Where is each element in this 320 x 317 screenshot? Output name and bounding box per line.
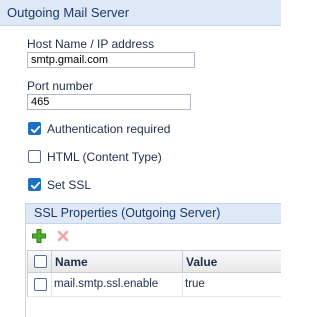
column-header-value[interactable]: Value (186, 255, 217, 269)
add-row-button[interactable] (31, 228, 47, 244)
host-input[interactable] (27, 52, 195, 68)
row-checkbox[interactable] (34, 278, 47, 291)
port-input[interactable] (27, 94, 191, 110)
host-label: Host Name / IP address (27, 37, 155, 51)
html-content-type-label: HTML (Content Type) (47, 150, 162, 164)
set-ssl-checkbox[interactable] (28, 178, 41, 191)
plus-icon (32, 229, 46, 243)
ssl-properties-header: SSL Properties (Outgoing Server) (26, 204, 281, 224)
ssl-properties-grid: Name Value mail.smtp.ssl.enable true (27, 250, 281, 297)
delete-row-button[interactable] (55, 228, 71, 244)
x-icon (57, 230, 69, 242)
grid-header: Name Value (28, 251, 281, 273)
ssl-properties-title: SSL Properties (Outgoing Server) (34, 206, 221, 220)
row-name-cell[interactable]: mail.smtp.ssl.enable (54, 278, 158, 290)
authentication-required-checkbox[interactable] (28, 122, 41, 135)
select-all-checkbox[interactable] (34, 255, 47, 268)
panel-title: Outgoing Mail Server (7, 5, 130, 20)
set-ssl-label: Set SSL (47, 178, 92, 192)
authentication-required-label: Authentication required (47, 122, 171, 136)
panel-header: Outgoing Mail Server (0, 0, 281, 26)
table-row[interactable]: mail.smtp.ssl.enable true (28, 273, 281, 297)
checkmark-icon (30, 125, 41, 134)
port-label: Port number (27, 79, 94, 93)
row-value-cell[interactable]: true (185, 278, 205, 290)
column-header-name[interactable]: Name (55, 255, 88, 269)
html-content-type-checkbox[interactable] (28, 150, 41, 163)
checkmark-icon (30, 181, 41, 190)
